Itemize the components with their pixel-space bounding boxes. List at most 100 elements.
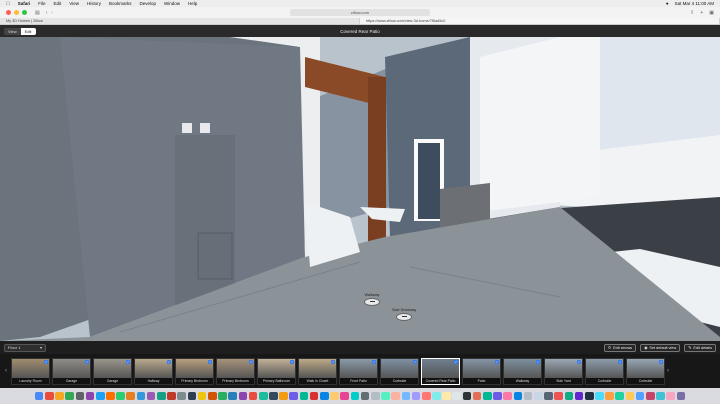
dock-app-icon[interactable] <box>554 391 563 401</box>
checkmark-icon[interactable]: ✓ <box>413 359 417 364</box>
dock-app-icon[interactable] <box>116 391 125 401</box>
dock-app-icon[interactable] <box>95 391 105 401</box>
checkmark-icon[interactable]: ✓ <box>249 359 253 364</box>
dock-app-icon[interactable] <box>595 391 604 401</box>
scene-thumbnail[interactable]: ✓ Primary Bedroom <box>216 357 255 385</box>
menubar-clock[interactable]: Sat Mar 4 11:00 AM <box>675 1 714 6</box>
dock-app-icon[interactable] <box>391 391 400 401</box>
checkmark-icon[interactable]: ✓ <box>454 359 458 364</box>
menu-item[interactable]: History <box>87 1 101 6</box>
minimize-window-icon[interactable] <box>14 10 19 15</box>
navigation-arrow-icon[interactable] <box>364 298 380 306</box>
hotspot-side-driveway[interactable]: Side Driveway <box>392 308 416 321</box>
edit-mode-button[interactable]: Edit <box>20 27 36 35</box>
dock-app-icon[interactable] <box>177 391 187 401</box>
sidebar-toggle-icon[interactable]: ▤ <box>35 10 40 16</box>
checkmark-icon[interactable]: ✓ <box>167 359 171 364</box>
dock-app-icon[interactable] <box>564 391 574 401</box>
dock-app-icon[interactable] <box>207 391 217 401</box>
dock-app-icon[interactable] <box>218 391 227 401</box>
dock-app-icon[interactable] <box>258 391 268 401</box>
dock-app-icon[interactable] <box>330 391 339 401</box>
menu-item[interactable]: Edit <box>54 1 62 6</box>
dock-app-icon[interactable] <box>187 391 197 401</box>
scene-thumbnail[interactable]: ✓ Curbside <box>626 357 665 385</box>
share-icon[interactable]: ⇧ <box>690 10 694 16</box>
dock-app-icon[interactable] <box>533 391 543 401</box>
browser-tab[interactable]: My 3D Homes | Zillow <box>0 18 360 24</box>
checkmark-icon[interactable]: ✓ <box>44 359 48 364</box>
dock-app-icon[interactable] <box>472 391 482 401</box>
forward-icon[interactable]: › <box>51 10 53 16</box>
dock-app-icon[interactable] <box>238 391 248 401</box>
set-default-view-button[interactable]: ◉ Set default view <box>640 343 681 352</box>
wifi-icon[interactable]: ● <box>666 1 669 6</box>
chevron-right-icon[interactable]: › <box>667 368 671 374</box>
dock-app-icon[interactable] <box>544 391 553 401</box>
close-window-icon[interactable] <box>6 10 11 15</box>
scene-thumbnail[interactable]: ✓ Side Yard <box>544 357 583 385</box>
dock-app-icon[interactable] <box>55 391 64 401</box>
dock-app-icon[interactable] <box>34 391 44 401</box>
dock-app-icon[interactable] <box>106 391 115 401</box>
navigation-arrow-icon[interactable] <box>396 313 413 321</box>
dock-app-icon[interactable] <box>167 391 176 401</box>
checkmark-icon[interactable]: ✓ <box>495 359 499 364</box>
view-mode-button[interactable]: View <box>4 28 21 35</box>
menu-item[interactable]: Bookmarks <box>109 1 132 6</box>
scene-thumbnail[interactable]: ✓ Front Patio <box>339 357 378 385</box>
floor-select[interactable]: Floor 1 ▾ <box>4 343 46 352</box>
dock-app-icon[interactable] <box>340 391 350 401</box>
new-tab-icon[interactable]: + <box>700 10 703 16</box>
zoom-window-icon[interactable] <box>22 10 27 15</box>
dock-app-icon[interactable] <box>269 391 278 401</box>
dock-app-icon[interactable] <box>574 391 584 401</box>
dock-app-icon[interactable] <box>411 391 421 401</box>
dock-app-icon[interactable] <box>584 391 594 401</box>
dock-app-icon[interactable] <box>360 391 370 401</box>
dock-app-icon[interactable] <box>248 391 258 401</box>
dock-app-icon[interactable] <box>320 391 329 401</box>
menu-item[interactable]: View <box>69 1 79 6</box>
edit-arrows-button[interactable]: ✡ Edit arrows <box>603 343 637 352</box>
checkmark-icon[interactable]: ✓ <box>536 359 540 364</box>
dock-app-icon[interactable] <box>635 391 645 401</box>
checkmark-icon[interactable]: ✓ <box>659 359 663 364</box>
scene-thumbnail[interactable]: ✓ Curbside <box>585 357 624 385</box>
scene-thumbnail[interactable]: ✓ Curbside <box>380 357 419 385</box>
browser-tab-active[interactable]: https://www.zillow.com/view-3d-home/7f5a… <box>360 18 720 24</box>
dock-app-icon[interactable] <box>656 391 665 401</box>
dock-app-icon[interactable] <box>65 391 74 401</box>
checkmark-icon[interactable]: ✓ <box>577 359 581 364</box>
scene-thumbnail[interactable]: ✓ Primary Bathroom <box>257 357 296 385</box>
scene-thumbnail[interactable]: ✓ Garage <box>52 357 91 385</box>
panorama-viewer[interactable]: Walkway Side Driveway <box>0 37 720 341</box>
dock-app-icon[interactable] <box>615 391 625 401</box>
menu-item[interactable]: File <box>38 1 45 6</box>
dock-app-icon[interactable] <box>421 391 431 401</box>
dock-app-icon[interactable] <box>523 391 533 401</box>
dock-app-icon[interactable] <box>279 391 288 401</box>
dock-app-icon[interactable] <box>493 391 502 401</box>
dock-app-icon[interactable] <box>381 391 390 401</box>
checkmark-icon[interactable]: ✓ <box>331 359 335 364</box>
back-icon[interactable]: ‹ <box>46 10 48 16</box>
scene-thumbnail[interactable]: ✓ Laundry Room <box>11 357 50 385</box>
scene-thumbnail[interactable]: ✓ Primary Bedroom <box>175 357 214 385</box>
scene-thumbnail[interactable]: ✓ Garage <box>93 357 132 385</box>
dock-app-icon[interactable] <box>483 391 492 401</box>
dock-app-icon[interactable] <box>513 391 523 401</box>
dock-app-icon[interactable] <box>666 391 676 401</box>
dock-app-icon[interactable] <box>503 391 513 401</box>
dock-app-icon[interactable] <box>309 391 319 401</box>
tab-overview-icon[interactable]: ▣ <box>709 10 714 16</box>
edit-details-button[interactable]: ✎ Edit details <box>684 343 716 352</box>
scene-thumbnail[interactable]: ✓ Patio <box>462 357 501 385</box>
checkmark-icon[interactable]: ✓ <box>372 359 376 364</box>
chevron-left-icon[interactable]: ‹ <box>5 368 9 374</box>
dock-app-icon[interactable] <box>370 391 380 401</box>
dock-app-icon[interactable] <box>146 391 156 401</box>
hotspot-walkway[interactable]: Walkway <box>364 293 380 306</box>
dock-app-icon[interactable] <box>126 391 136 401</box>
checkmark-icon[interactable]: ✓ <box>126 359 130 364</box>
